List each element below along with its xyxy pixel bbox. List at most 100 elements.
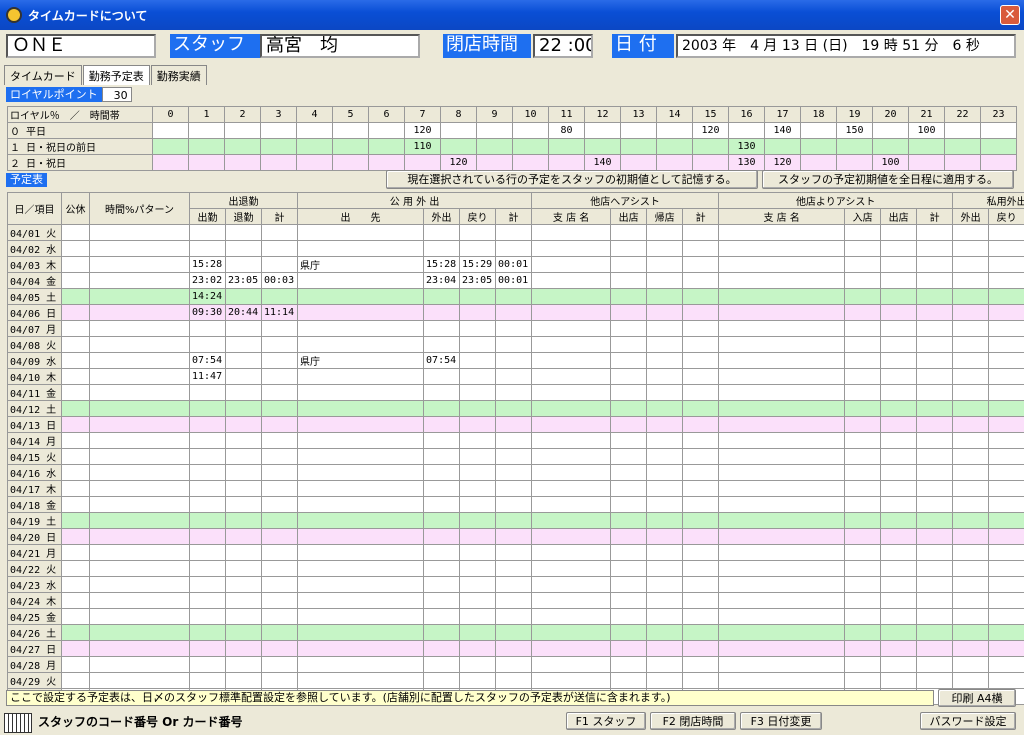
- rate-cell[interactable]: [188, 138, 225, 155]
- holiday-cell[interactable]: [61, 384, 90, 401]
- schedule-cell[interactable]: [423, 368, 461, 385]
- schedule-cell[interactable]: [297, 368, 425, 385]
- schedule-cell[interactable]: [952, 272, 990, 289]
- schedule-cell[interactable]: [531, 624, 612, 641]
- schedule-cell[interactable]: [610, 336, 648, 353]
- schedule-cell[interactable]: [423, 624, 461, 641]
- schedule-cell[interactable]: [610, 416, 648, 433]
- pattern-cell[interactable]: [89, 432, 190, 449]
- schedule-cell[interactable]: 23:05: [225, 272, 262, 289]
- schedule-cell[interactable]: [682, 336, 720, 353]
- rate-row[interactable]: ０ 平日 120 80 120 140 150 100: [7, 122, 1017, 139]
- schedule-cell[interactable]: [646, 304, 684, 321]
- pattern-cell[interactable]: [89, 416, 190, 433]
- schedule-cell[interactable]: [495, 384, 533, 401]
- schedule-cell[interactable]: [916, 416, 954, 433]
- schedule-cell[interactable]: [718, 464, 846, 481]
- schedule-cell[interactable]: [610, 272, 648, 289]
- schedule-row[interactable]: 04/02 水: [7, 240, 1024, 257]
- schedule-cell[interactable]: [225, 624, 262, 641]
- schedule-cell[interactable]: [459, 480, 497, 497]
- schedule-cell[interactable]: [225, 576, 262, 593]
- schedule-cell[interactable]: [718, 320, 846, 337]
- schedule-cell[interactable]: [952, 256, 990, 273]
- schedule-cell[interactable]: [682, 480, 720, 497]
- schedule-cell[interactable]: 00:01: [495, 256, 533, 273]
- schedule-cell[interactable]: 09:30: [189, 304, 226, 321]
- schedule-cell[interactable]: 00:03: [260, 272, 299, 289]
- schedule-cell[interactable]: [610, 608, 648, 625]
- schedule-cell[interactable]: [531, 576, 612, 593]
- schedule-cell[interactable]: [646, 256, 684, 273]
- schedule-cell[interactable]: [682, 512, 720, 529]
- holiday-cell[interactable]: [61, 240, 90, 257]
- schedule-cell[interactable]: [988, 640, 1024, 657]
- schedule-row[interactable]: 04/23 水: [7, 576, 1024, 593]
- pattern-cell[interactable]: [89, 272, 190, 289]
- f3-date-button[interactable]: F3 日付変更: [740, 712, 822, 730]
- schedule-cell[interactable]: [682, 272, 720, 289]
- holiday-cell[interactable]: [61, 464, 90, 481]
- schedule-cell[interactable]: [610, 656, 648, 673]
- schedule-cell[interactable]: [916, 512, 954, 529]
- schedule-cell[interactable]: [495, 320, 533, 337]
- pattern-cell[interactable]: [89, 256, 190, 273]
- holiday-cell[interactable]: [61, 256, 90, 273]
- holiday-cell[interactable]: [61, 576, 90, 593]
- schedule-cell[interactable]: [260, 224, 299, 241]
- schedule-cell[interactable]: [459, 464, 497, 481]
- schedule-cell[interactable]: [646, 224, 684, 241]
- loyalty-value[interactable]: 30: [101, 87, 132, 102]
- schedule-cell[interactable]: [610, 512, 648, 529]
- rate-cell[interactable]: [944, 154, 981, 171]
- schedule-cell[interactable]: [225, 368, 262, 385]
- schedule-cell[interactable]: [988, 272, 1024, 289]
- schedule-row[interactable]: 04/18 金: [7, 496, 1024, 513]
- holiday-cell[interactable]: [61, 304, 90, 321]
- schedule-cell[interactable]: [297, 336, 425, 353]
- schedule-cell[interactable]: [916, 256, 954, 273]
- schedule-cell[interactable]: [988, 544, 1024, 561]
- schedule-cell[interactable]: [531, 480, 612, 497]
- schedule-cell[interactable]: [916, 384, 954, 401]
- schedule-cell[interactable]: [459, 304, 497, 321]
- rate-cell[interactable]: [260, 154, 297, 171]
- schedule-cell[interactable]: [916, 448, 954, 465]
- holiday-cell[interactable]: [61, 512, 90, 529]
- schedule-cell[interactable]: [225, 384, 262, 401]
- schedule-cell[interactable]: [988, 320, 1024, 337]
- schedule-cell[interactable]: [297, 384, 425, 401]
- schedule-cell[interactable]: [297, 560, 425, 577]
- schedule-cell[interactable]: [682, 256, 720, 273]
- schedule-cell[interactable]: [531, 496, 612, 513]
- pattern-cell[interactable]: [89, 496, 190, 513]
- schedule-cell[interactable]: [952, 640, 990, 657]
- schedule-cell[interactable]: [610, 544, 648, 561]
- schedule-cell[interactable]: [682, 640, 720, 657]
- schedule-cell[interactable]: [297, 512, 425, 529]
- rate-cell[interactable]: [512, 138, 549, 155]
- schedule-cell[interactable]: [916, 352, 954, 369]
- schedule-cell[interactable]: [916, 320, 954, 337]
- schedule-row[interactable]: 04/04 金 23:02 23:05 00:03 23:04 23:05 00:01: [7, 272, 1024, 289]
- schedule-cell[interactable]: [225, 336, 262, 353]
- schedule-cell[interactable]: [880, 512, 918, 529]
- schedule-cell[interactable]: [423, 304, 461, 321]
- schedule-cell[interactable]: [225, 544, 262, 561]
- schedule-cell[interactable]: [531, 320, 612, 337]
- schedule-cell[interactable]: [423, 448, 461, 465]
- rate-cell[interactable]: [620, 138, 657, 155]
- schedule-row[interactable]: 04/08 火: [7, 336, 1024, 353]
- schedule-cell[interactable]: [189, 480, 226, 497]
- schedule-row[interactable]: 04/03 木 15:28 県庁 15:28 15:29 00:01: [7, 256, 1024, 273]
- schedule-cell[interactable]: [495, 400, 533, 417]
- print-button[interactable]: 印刷 A4横: [938, 689, 1016, 707]
- schedule-cell[interactable]: [225, 352, 262, 369]
- schedule-cell[interactable]: [189, 400, 226, 417]
- schedule-cell[interactable]: [718, 336, 846, 353]
- holiday-cell[interactable]: [61, 496, 90, 513]
- holiday-cell[interactable]: [61, 528, 90, 545]
- pattern-cell[interactable]: [89, 304, 190, 321]
- schedule-cell[interactable]: [495, 336, 533, 353]
- schedule-cell[interactable]: [225, 320, 262, 337]
